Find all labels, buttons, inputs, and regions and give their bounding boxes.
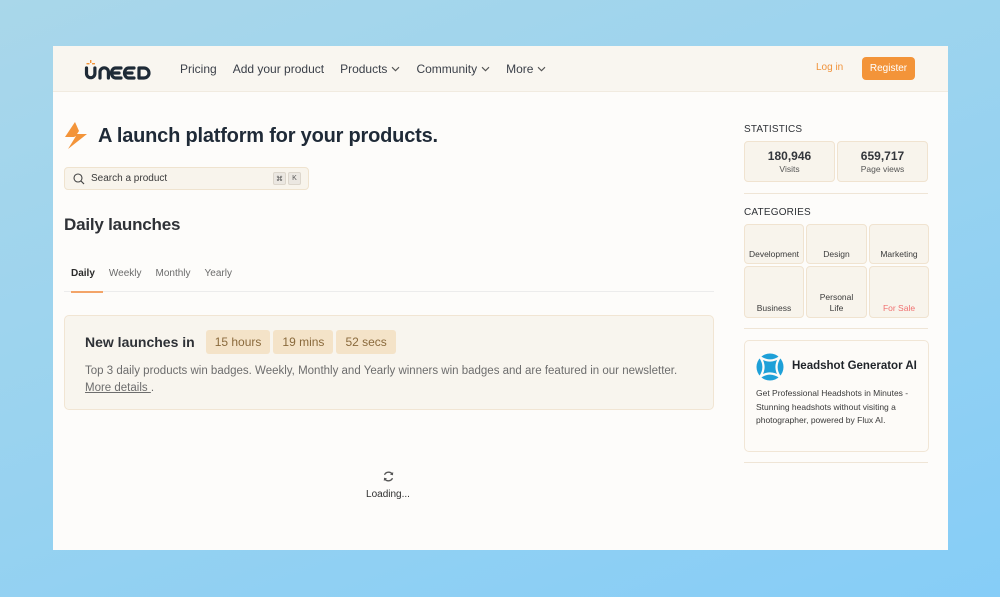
register-button[interactable]: Register [862, 57, 915, 80]
nav-community-label: Community [416, 62, 478, 76]
nav-add-product-label: Add your product [232, 62, 325, 76]
sponsored-product-description: Get Professional Headshots in Minutes - … [756, 388, 909, 425]
category-marketing[interactable]: Marketing [869, 224, 929, 264]
nav-more-label: More [506, 62, 534, 76]
badges-description: Top 3 daily products win badges. Weekly,… [85, 365, 678, 377]
countdown-label: New launches in [85, 334, 195, 350]
more-details-link[interactable]: More details [85, 382, 151, 394]
category-for-sale[interactable]: For Sale [869, 266, 929, 318]
categories-grid: Development Design Marketing Business Pe… [744, 224, 929, 318]
nav-more-dropdown[interactable]: More [506, 62, 546, 76]
main-nav: Pricing Add your product Products Commun… [180, 46, 562, 92]
stat-page-views-label: Page views [860, 164, 905, 174]
launch-period-tabs: Daily Weekly Monthly Yearly [64, 265, 714, 293]
nav-community-dropdown[interactable]: Community [416, 62, 490, 76]
countdown-hours: 15 hours [205, 330, 271, 354]
categories-heading: CATEGORIES [744, 207, 811, 218]
stat-page-views-value: 659,717 [860, 149, 905, 163]
stat-visits-value: 180,946 [767, 149, 812, 163]
stat-visits-label: Visits [779, 164, 800, 174]
loading-indicator: Loading... [356, 470, 420, 500]
countdown-card: New launches in 15 hours 19 mins 52 secs… [64, 315, 714, 410]
nav-products-dropdown[interactable]: Products [340, 62, 400, 76]
tab-daily[interactable]: Daily [64, 265, 103, 293]
category-design[interactable]: Design [806, 224, 867, 264]
chevron-down-icon [481, 66, 490, 72]
nav-pricing-label: Pricing [180, 62, 217, 76]
sponsored-product-card[interactable]: Headshot Generator AI Get Professional H… [744, 340, 929, 452]
nav-products-label: Products [340, 62, 388, 76]
more-details-suffix: . [150, 382, 155, 394]
tab-yearly[interactable]: Yearly [198, 265, 239, 292]
nav-add-product[interactable]: Add your product [233, 62, 324, 76]
loading-text: Loading... [366, 489, 410, 500]
k-key-hint: K [288, 172, 301, 185]
login-link[interactable]: Log in [816, 62, 843, 73]
search-icon [73, 172, 85, 184]
countdown-secs: 52 secs [336, 330, 396, 354]
countdown-row: New launches in 15 hours 19 mins 52 secs [85, 330, 399, 354]
page-title: A launch platform for your products. [98, 124, 438, 147]
chevron-down-icon [538, 66, 546, 72]
sidebar-divider [744, 193, 928, 194]
category-development[interactable]: Development [744, 224, 804, 264]
search-placeholder: Search a product [91, 173, 168, 184]
lightning-bolt-icon [65, 122, 87, 149]
tab-weekly[interactable]: Weekly [102, 265, 149, 292]
refresh-spinner-icon [383, 471, 393, 482]
category-personal-life[interactable]: Personal Life [806, 266, 867, 318]
sidebar-divider [744, 328, 928, 329]
daily-launches-heading: Daily launches [64, 215, 181, 234]
countdown-mins: 19 mins [273, 330, 334, 354]
stat-page-views: 659,717 Page views [837, 141, 928, 182]
tab-monthly[interactable]: Monthly [149, 265, 198, 292]
stat-visits: 180,946 Visits [744, 141, 835, 182]
uneed-logo[interactable] [84, 59, 158, 81]
countdown-description: Top 3 daily products win badges. Weekly,… [85, 363, 695, 397]
category-business[interactable]: Business [744, 266, 804, 318]
search-input[interactable]: Search a product ⌘ K [64, 167, 309, 190]
top-navbar: Pricing Add your product Products Commun… [53, 46, 948, 92]
browser-page: Pricing Add your product Products Commun… [53, 46, 948, 550]
nav-pricing[interactable]: Pricing [180, 62, 217, 76]
chevron-down-icon [392, 66, 400, 72]
hero: A launch platform for your products. [64, 122, 438, 150]
headshot-generator-logo-icon [756, 353, 784, 381]
command-key-hint: ⌘ [273, 172, 286, 185]
sidebar-divider [744, 462, 928, 463]
sponsored-product-title: Headshot Generator AI [792, 360, 917, 372]
statistics-heading: STATISTICS [744, 124, 803, 135]
